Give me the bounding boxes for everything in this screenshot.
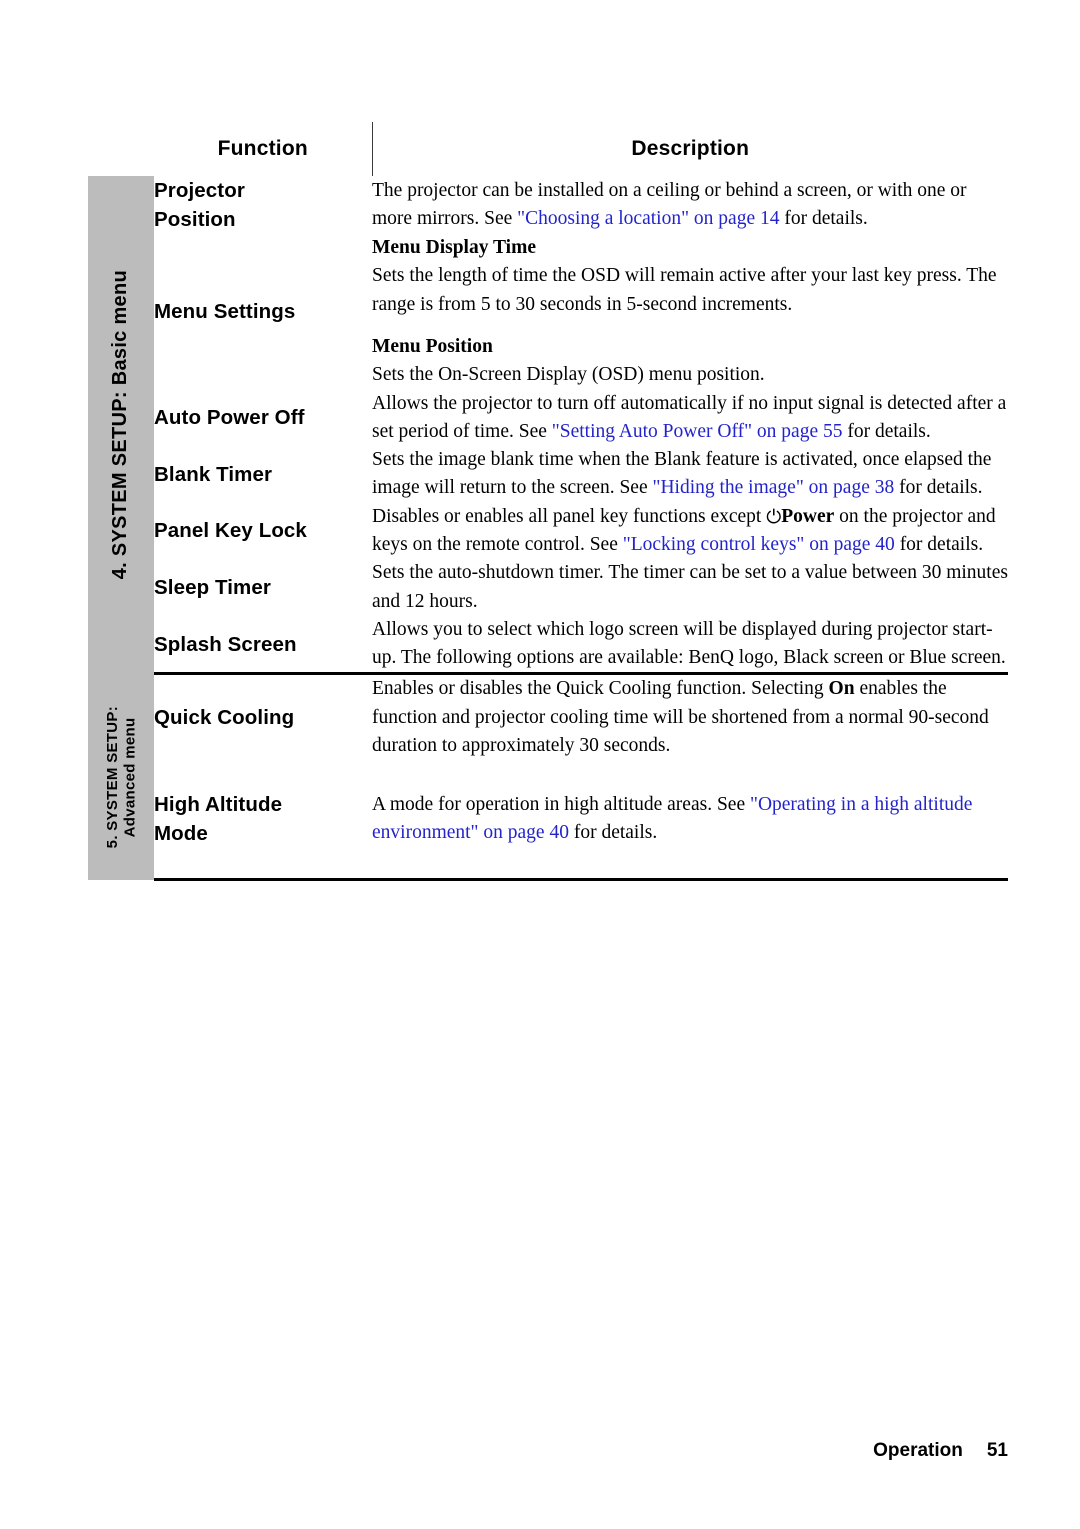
desc-text-before: Disables or enables all panel key functi… <box>372 505 767 527</box>
function-label-line2: Position <box>154 208 236 232</box>
description-auto-power-off: Allows the projector to turn off automat… <box>372 390 1008 447</box>
desc-text-after: for details. <box>894 477 983 499</box>
function-name-menu-settings: Menu Settings <box>154 300 296 324</box>
document-page: Function Description 4. SYSTEM SETUP: Ba… <box>0 0 1080 1529</box>
settings-reference-table: Function Description 4. SYSTEM SETUP: Ba… <box>88 122 1008 882</box>
table-row: 4. SYSTEM SETUP: Basic menu Projector Po… <box>88 176 1008 674</box>
table-row: High Altitude Mode A mode for operation … <box>88 760 1008 882</box>
power-icon: ⏻ <box>766 505 782 528</box>
table-row: Blank Timer Sets the image blank time wh… <box>88 446 1008 503</box>
footer-section-label: Operation <box>873 1440 963 1461</box>
description-quick-cooling: Enables or disables the Quick Cooling fu… <box>372 674 1008 760</box>
function-name-projector-position: Projector Position <box>154 176 372 234</box>
function-name-auto-power-off: Auto Power Off <box>154 406 305 430</box>
function-label-line1: Projector <box>154 179 245 202</box>
description-blank-timer: Sets the image blank time when the Blank… <box>372 446 1008 503</box>
sub-text-menu-display-time: Sets the length of time the OSD will rem… <box>372 265 997 315</box>
desc-text-after: for details. <box>568 822 658 844</box>
table-row: Menu Settings Menu Display Time Sets the… <box>88 234 1008 389</box>
cross-reference-link[interactable]: "Choosing a location" on page 14 <box>517 208 779 229</box>
desc-text-after: for details. <box>894 534 984 556</box>
page-footer: Operation 51 <box>0 1440 1008 1462</box>
function-name-splash-screen: Splash Screen <box>154 615 372 676</box>
table-row: Auto Power Off Allows the projector to t… <box>88 390 1008 447</box>
section-side-label-basic: 4. SYSTEM SETUP: Basic menu <box>88 176 154 674</box>
column-header-description: Description <box>631 137 750 160</box>
section-label-line1: 5. SYSTEM SETUP: <box>103 705 121 849</box>
function-name-high-altitude-mode: High Altitude Mode <box>154 760 372 882</box>
table-header-row: Function Description <box>88 122 1008 176</box>
cross-reference-link[interactable]: "Locking control keys" on page 40 <box>623 534 895 555</box>
description-projector-position: The projector can be installed on a ceil… <box>372 176 1008 234</box>
column-header-function: Function <box>154 122 373 176</box>
desc-text-before: A mode for operation in high altitude ar… <box>372 794 750 816</box>
cross-reference-link[interactable]: "Setting Auto Power Off" on page 55 <box>552 421 843 442</box>
section-label-advanced-menu: 5. SYSTEM SETUP: Advanced menu <box>104 706 139 848</box>
function-label-line2: Mode <box>154 822 208 846</box>
function-name-sleep-timer: Sleep Timer <box>154 576 271 600</box>
side-label-wrap: 5. SYSTEM SETUP: Advanced menu <box>88 674 154 880</box>
cross-reference-link[interactable]: "Hiding the image" on page 38 <box>652 477 894 498</box>
desc-text-before: Enables or disables the Quick Cooling fu… <box>372 678 829 700</box>
header-side-spacer <box>88 122 154 176</box>
sub-heading-menu-display-time: Menu Display Time <box>372 237 536 259</box>
function-name-quick-cooling: Quick Cooling <box>154 706 295 730</box>
desc-text-after: for details. <box>842 420 931 442</box>
description-menu-settings: Menu Display Time Sets the length of tim… <box>372 234 1008 389</box>
desc-text-after: for details. <box>779 208 868 230</box>
table-row: Splash Screen Allows you to select which… <box>88 615 1008 676</box>
section-label-line2: Advanced menu <box>121 717 138 837</box>
function-label-line1: High Altitude <box>154 793 283 817</box>
table-row: Sleep Timer Sets the auto-shutdown timer… <box>88 559 1008 616</box>
power-key-label: Power <box>781 505 835 527</box>
description-high-altitude-mode: A mode for operation in high altitude ar… <box>372 760 1008 882</box>
table-row: 5. SYSTEM SETUP: Advanced menu Quick Cool… <box>88 673 1008 880</box>
description-sleep-timer: Sets the auto-shutdown timer. The timer … <box>372 562 1008 612</box>
section-side-label-advanced: 5. SYSTEM SETUP: Advanced menu <box>88 673 154 880</box>
function-name-panel-key-lock: Panel Key Lock <box>154 519 307 543</box>
option-value-on: On <box>828 678 855 700</box>
description-panel-key-lock: Disables or enables all panel key functi… <box>372 503 1008 560</box>
footer-page-number: 51 <box>986 1440 1008 1461</box>
side-label-wrap: 4. SYSTEM SETUP: Basic menu <box>88 176 154 674</box>
description-splash-screen: Allows you to select which logo screen w… <box>372 615 1008 676</box>
sub-heading-menu-position: Menu Position <box>372 336 493 358</box>
section-label-basic-menu: 4. SYSTEM SETUP: Basic menu <box>109 270 132 580</box>
function-name-blank-timer: Blank Timer <box>154 462 273 486</box>
table-row: Panel Key Lock Disables or enables all p… <box>88 503 1008 560</box>
sub-text-menu-position: Sets the On-Screen Display (OSD) menu po… <box>372 364 765 386</box>
